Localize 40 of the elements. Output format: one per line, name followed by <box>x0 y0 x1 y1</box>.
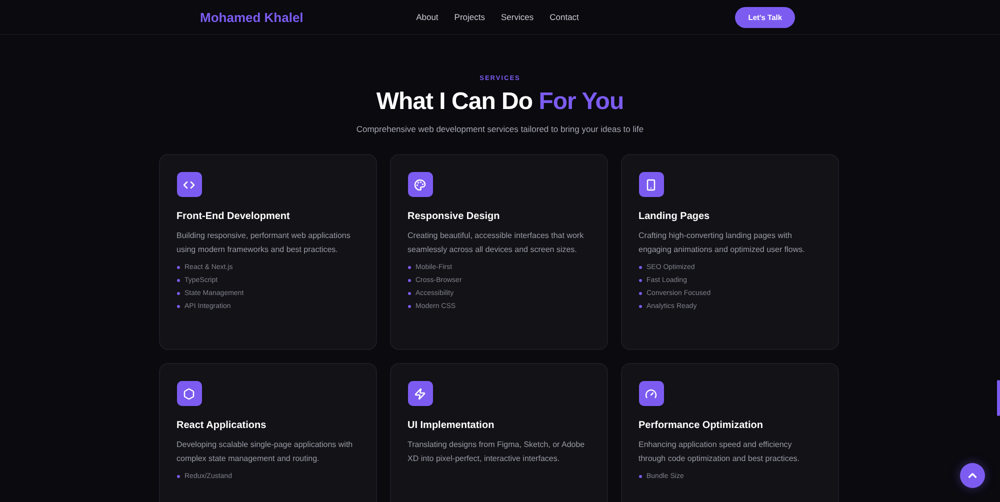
nav-link[interactable]: Contact <box>550 12 579 22</box>
palette-icon <box>408 172 432 197</box>
nav-link[interactable]: Services <box>501 12 534 22</box>
bullet-icon <box>408 279 410 282</box>
nav-link[interactable]: Projects <box>454 12 486 22</box>
card-description: Crafting high-converting landing pages with engaging animations and optimized user flows. <box>638 230 806 256</box>
scrollbar-thumb[interactable] <box>997 380 1000 416</box>
card-title: Front-End Development <box>176 211 291 222</box>
site-logo[interactable]: Mohamed Khalel <box>200 10 416 24</box>
bullet-icon <box>638 279 642 282</box>
bullet-icon <box>408 292 410 295</box>
bullet-icon <box>408 266 410 269</box>
card-title: Landing Pages <box>638 211 711 222</box>
bullet-icon <box>176 292 180 295</box>
card-description: Developing scalable single-page applications with complex state management and routing. <box>176 439 354 465</box>
section-subtitle: Comprehensive web development services tailored to bring your ideas to life <box>356 124 644 134</box>
bullet-icon <box>638 305 642 308</box>
card-title: Responsive Design <box>408 211 501 222</box>
card-title: React Applications <box>176 420 268 431</box>
card-description: Building responsive, performant web applications using modern frameworks and best practices. <box>176 230 352 256</box>
bullet-icon <box>176 475 180 478</box>
bullet-icon <box>176 279 180 282</box>
card-title: Performance Optimization <box>638 420 764 431</box>
bullet-icon <box>408 305 410 308</box>
smartphone-icon <box>638 172 664 197</box>
section-title: What I Can Do For You <box>376 88 624 116</box>
scroll-to-top-button[interactable] <box>960 463 985 488</box>
lightning-icon <box>408 381 432 406</box>
bullet-icon <box>638 266 642 269</box>
card-title: UI Implementation <box>408 420 496 431</box>
bullet-icon <box>638 292 642 295</box>
nav-link[interactable]: About <box>416 12 438 22</box>
card-description: Translating designs from Figma, Sketch, or Adobe XD into pixel-perfect, interactive interfaces. <box>408 439 586 465</box>
card-description: Enhancing application speed and efficiency through code optimization and best practices. <box>638 439 800 465</box>
bullet-icon <box>638 475 642 478</box>
gauge-icon <box>638 381 664 406</box>
code-icon <box>176 172 202 197</box>
bullet-icon <box>176 266 180 269</box>
card-description: Creating beautiful, accessible interfaces that work seamlessly across all devices and screen sizes. <box>408 230 585 256</box>
bullet-icon <box>176 305 180 308</box>
